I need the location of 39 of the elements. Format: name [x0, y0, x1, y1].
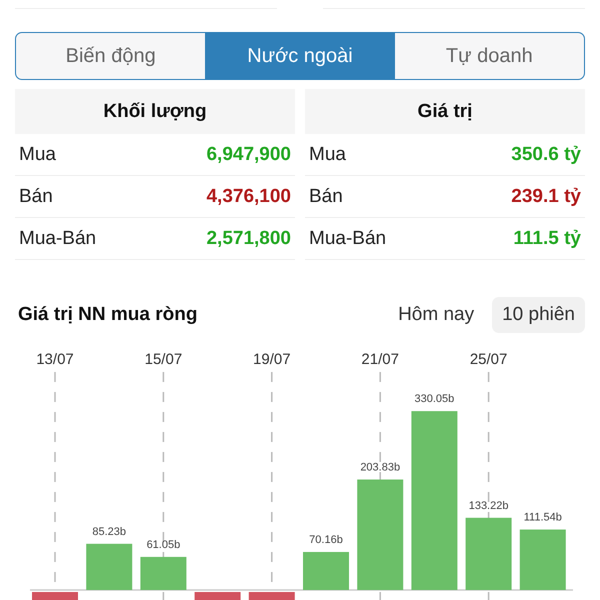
- bar-value-label: 70.16b: [309, 534, 343, 546]
- axis-date-label: 21/07: [361, 351, 399, 368]
- period-toggle[interactable]: Hôm nay: [388, 297, 484, 333]
- bar: [86, 544, 132, 590]
- bar: [520, 530, 566, 590]
- row-value: 4,376,100: [206, 186, 291, 208]
- bar-value-label: 203.83b: [360, 462, 400, 474]
- bar: [303, 552, 349, 590]
- axis-date-label: 15/07: [144, 351, 182, 368]
- bar-value-label: 133.22b: [468, 500, 508, 512]
- row-label: Mua: [19, 144, 56, 166]
- bar-value-label: 111.54b: [524, 512, 562, 524]
- axis-date-label: 25/07: [470, 351, 508, 368]
- tab[interactable]: Biến động: [16, 33, 206, 79]
- column-header: Giá trị: [305, 89, 585, 134]
- negative-bar: [32, 592, 78, 600]
- axis-date-label: 19/07: [253, 351, 291, 368]
- bar-value-label: 61.05b: [146, 538, 180, 551]
- row-label: Bán: [19, 186, 53, 208]
- row-label: Mua: [309, 144, 346, 166]
- row-value: 350.6 tỷ: [511, 144, 581, 166]
- bar: [140, 556, 186, 590]
- row-value: 6,947,900: [206, 144, 291, 166]
- axis-date-label: 13/07: [36, 351, 74, 368]
- row-value: 111.5 tỷ: [513, 228, 581, 250]
- bar-value-label: 330.05b: [414, 393, 454, 406]
- period-toggle[interactable]: 10 phiên: [492, 297, 585, 333]
- tab[interactable]: Nước ngoài: [205, 33, 395, 79]
- row-value: 239.1 tỷ: [511, 186, 581, 208]
- row-label: Mua-Bán: [19, 228, 96, 250]
- negative-bar: [194, 592, 241, 600]
- tab[interactable]: Tự doanh: [394, 33, 584, 79]
- row-value: 2,571,800: [206, 228, 291, 250]
- row-label: Bán: [309, 186, 343, 208]
- row-label: Mua-Bán: [309, 228, 386, 250]
- column-header: Khối lượng: [15, 89, 295, 134]
- bar-value-label: 85.23b: [92, 526, 126, 538]
- section-title: Giá trị NN mua ròng: [17, 304, 198, 326]
- negative-bar: [248, 592, 295, 600]
